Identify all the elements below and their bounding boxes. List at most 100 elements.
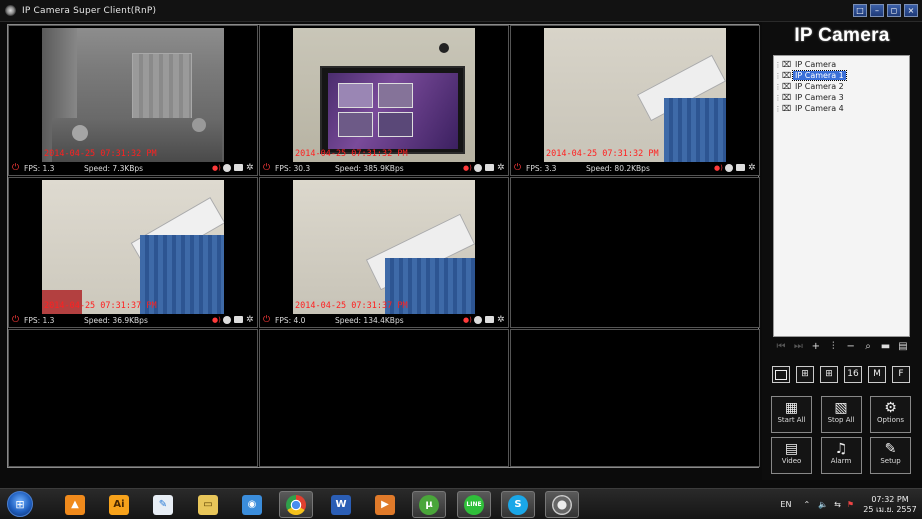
camera-view-5[interactable]: 2014-04-25 07:31:37 PM ⏻ FPS: 4.0 Speed:… [259,177,509,328]
taskbar-ipcamera[interactable] [545,491,579,518]
gear-icon[interactable]: ✲ [497,316,505,325]
close-button[interactable]: × [904,4,918,17]
taskbar-skype[interactable]: S [501,491,535,518]
gear-icon[interactable]: ✲ [246,164,254,173]
camera-view-1[interactable]: 2014-04-25 07:31:32 PM ⏻ FPS: 1.3 Speed:… [8,25,258,176]
tree-item-camera-1[interactable]: ⋮ ⌧ IP Camera 1 [774,70,909,81]
taskbar-word[interactable]: W [324,491,358,518]
power-icon[interactable]: ⏻ [263,163,273,173]
fullscreen-layout-button[interactable]: F [892,366,910,383]
camera-view-3[interactable]: 2014-04-25 07:31:32 PM ⏻ FPS: 3.3 Speed:… [510,25,760,176]
record-icon[interactable]: ●) [212,164,221,172]
alarm-icon: ♫ [834,441,848,457]
tree-item-root[interactable]: ⋮ ⌧ IP Camera [774,59,909,70]
skype-icon: S [508,494,528,515]
alarm-button[interactable]: ♫ Alarm [820,437,862,474]
start-all-button[interactable]: ▦ Start All [771,396,812,433]
taskbar-vlc[interactable]: ▲ [58,491,92,518]
flag-icon[interactable]: ⚑ [847,500,854,509]
stop-all-button[interactable]: ▧ Stop All [820,396,862,433]
camera-view-6-empty[interactable] [510,177,760,328]
video-button[interactable]: ▤ Video [771,437,812,474]
camera-icon[interactable] [234,164,243,171]
windows-logo-icon: ⊞ [15,497,25,511]
line-icon: LINE [464,494,484,515]
speed-readout: Speed: 134.4KBps [335,315,404,325]
snapshot-icon[interactable] [223,316,231,324]
list-icon[interactable]: ▤ [896,341,910,353]
record-icon[interactable]: ●) [714,164,723,172]
camera-icon[interactable] [234,316,243,323]
setup-button[interactable]: ✎ Setup [870,437,911,474]
tree-item-camera-3[interactable]: ⋮ ⌧ IP Camera 3 [774,92,909,103]
power-icon[interactable]: ⏻ [12,163,22,173]
minimize-button[interactable]: – [870,4,884,17]
camera-icon[interactable] [485,316,494,323]
camera-view-4[interactable]: 2014-04-25 07:31:37 PM ⏻ FPS: 1.3 Speed:… [8,177,258,328]
layout-9-button[interactable]: ⊞ [820,366,838,383]
power-icon[interactable]: ⏻ [263,315,273,325]
snapshot-icon[interactable] [474,316,482,324]
taskbar-utorrent[interactable]: µ [412,491,446,518]
power-icon[interactable]: ⏻ [514,163,524,173]
camera-timestamp: 2014-04-25 07:31:37 PM [295,301,408,311]
tree-item-camera-2[interactable]: ⋮ ⌧ IP Camera 2 [774,81,909,92]
options-button[interactable]: ⚙ Options [870,396,911,433]
layout-4-button[interactable]: ⊞ [796,366,814,383]
camera-icon[interactable] [736,164,745,171]
title-bar[interactable]: IP Camera Super Client(RnP) □ – ◻ × [0,0,922,22]
search-icon[interactable]: ⌕ [861,341,875,353]
remove-icon[interactable]: − [844,341,858,353]
language-indicator[interactable]: EN [780,500,791,509]
tree-item-camera-4[interactable]: ⋮ ⌧ IP Camera 4 [774,103,909,114]
gear-icon[interactable]: ✲ [246,316,254,325]
camera-icon[interactable] [485,164,494,171]
record-icon[interactable]: ●) [463,164,472,172]
folder-icon: ▭ [198,494,218,515]
taskbar-network[interactable]: ◉ [235,491,269,518]
utorrent-icon: µ [419,494,439,515]
tray-arrow-icon[interactable]: ⌃ [803,500,810,509]
taskbar-notepad[interactable]: ✎ [146,491,180,518]
taskbar-line[interactable]: LINE [457,491,491,518]
network-tray-icon[interactable]: ⇆ [834,500,841,509]
record-icon[interactable]: ●) [212,316,221,324]
volume-icon[interactable]: 🔈 [818,500,828,509]
gear-icon[interactable]: ✲ [497,164,505,173]
fullscreen-button[interactable]: □ [853,4,867,17]
snapshot-icon[interactable] [223,164,231,172]
restore-button[interactable]: ◻ [887,4,901,17]
gear-icon[interactable]: ✲ [748,164,756,173]
snapshot-icon[interactable] [474,164,482,172]
power-icon[interactable]: ⏻ [12,315,22,325]
app-camera-icon [5,5,16,16]
camera-view-2[interactable]: 2014-04-25 07:31:32 PM ⏻ FPS: 30.3 Speed… [259,25,509,176]
video-icon: ▤ [784,441,799,457]
start-button[interactable]: ⊞ [7,491,33,517]
camera-view-8-empty[interactable] [259,329,509,467]
folder-icon[interactable]: ▬ [879,341,893,353]
fps-readout: FPS: 1.3 [24,163,55,173]
taskbar-chrome[interactable] [279,491,313,518]
record-icon[interactable]: ●) [463,316,472,324]
clock[interactable]: 07:32 PM 25 เม.ย. 2557 [858,495,922,515]
taskbar-media[interactable]: ▶ [368,491,402,518]
start-all-icon: ▦ [784,400,799,416]
camera-tree: ⋮ ⌧ IP Camera ⋮ ⌧ IP Camera 1 ⋮ ⌧ IP Camera 2 … [773,55,910,337]
layout-1-button[interactable] [772,366,790,383]
snapshot-icon[interactable] [725,164,733,172]
camera-view-9-empty[interactable] [510,329,760,467]
camera-feed-ac: 2014-04-25 07:31:37 PM [42,180,224,314]
camera-view-7-empty[interactable] [8,329,258,467]
add-icon[interactable]: + [809,341,823,353]
camera-timestamp: 2014-04-25 07:31:37 PM [44,301,157,311]
layout-selector: ⊞ ⊞ 16 M F [772,366,910,383]
taskbar-illustrator[interactable]: Ai [102,491,136,518]
layout-m-button[interactable]: M [868,366,886,383]
last-icon[interactable]: ⏭ [791,341,805,353]
camera-grid: 2014-04-25 07:31:32 PM ⏻ FPS: 1.3 Speed:… [7,24,760,468]
edit-icon[interactable]: ⫶ [826,341,840,353]
layout-16-button[interactable]: 16 [844,366,862,383]
taskbar-explorer[interactable]: ▭ [191,491,225,518]
first-icon[interactable]: ⏮ [774,341,788,353]
